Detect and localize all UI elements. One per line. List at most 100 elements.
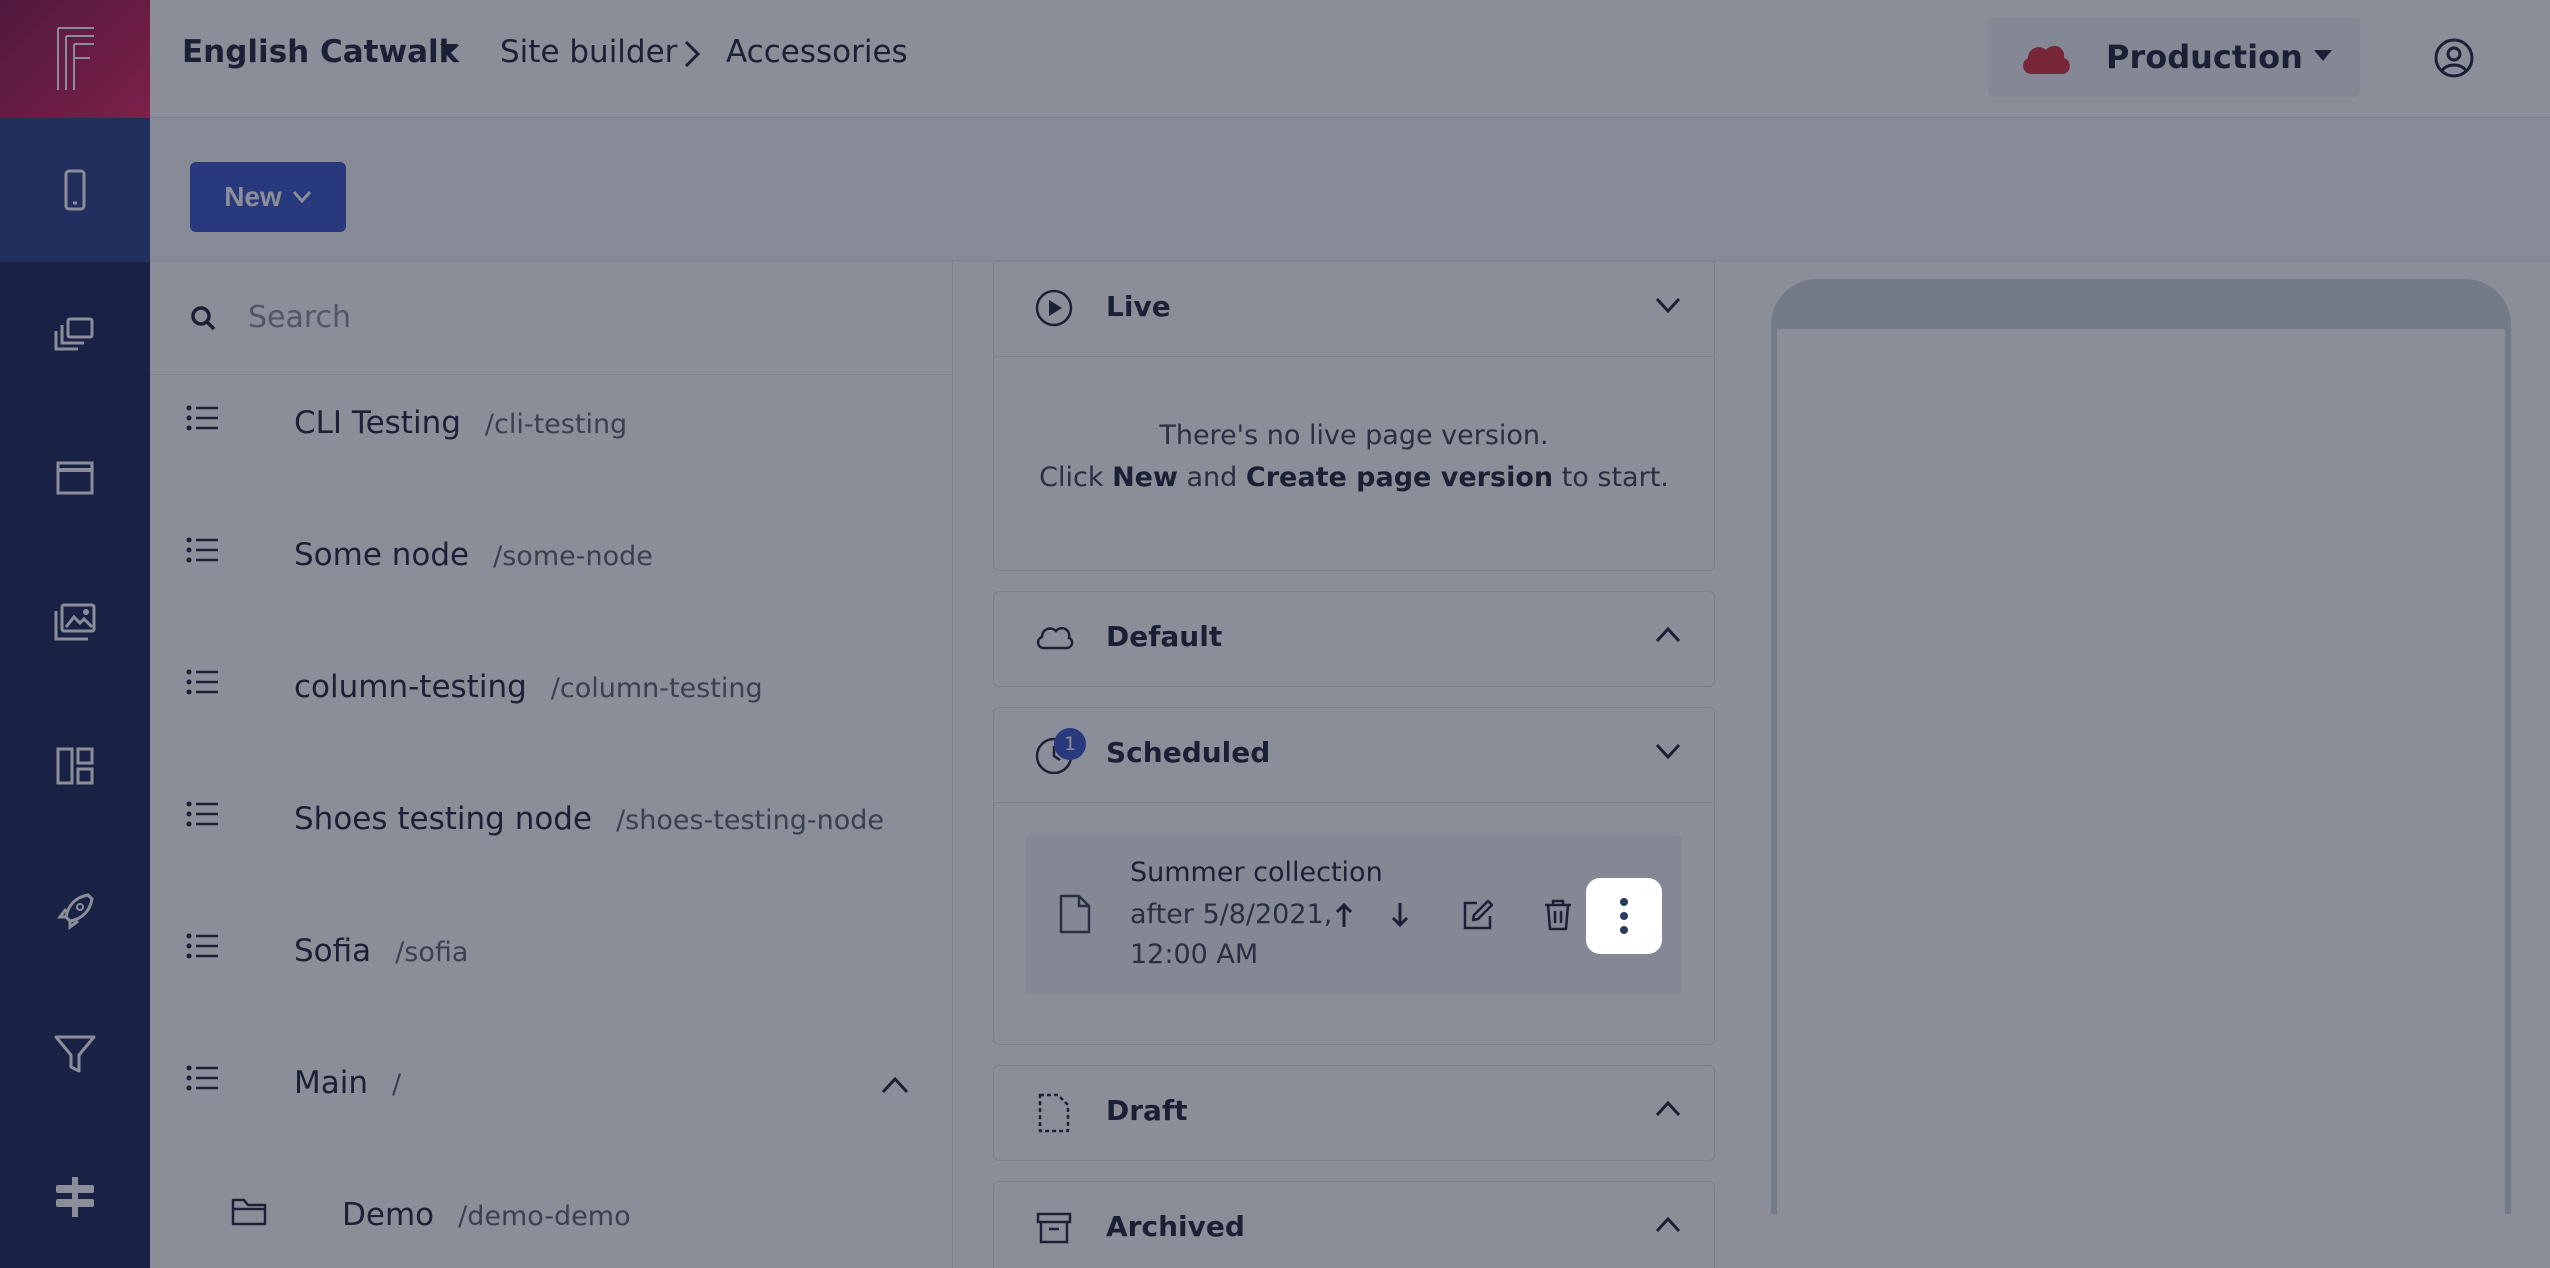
- move-down-button[interactable]: [1362, 877, 1438, 953]
- list-icon: [186, 933, 218, 959]
- node-name: Shoes testing node: [294, 801, 593, 837]
- default-section-header[interactable]: Default: [994, 592, 1714, 686]
- cloud-outline-icon: [1036, 626, 1074, 650]
- signpost-icon: [56, 1177, 94, 1217]
- chevron-up-icon: [1655, 626, 1681, 643]
- caret-down-icon[interactable]: [438, 42, 460, 58]
- trash-icon: [1545, 899, 1571, 931]
- node-name: CLI Testing: [294, 405, 461, 441]
- chevron-up-icon: [1655, 1100, 1681, 1117]
- search-input[interactable]: [248, 289, 908, 345]
- tree-node[interactable]: Shoes testing node/shoes-testing-node: [150, 771, 953, 903]
- archived-section: Archived: [993, 1181, 1715, 1268]
- more-vertical-icon: [1620, 898, 1628, 934]
- caret-down-icon: [2314, 50, 2332, 61]
- environment-selector[interactable]: Production: [1988, 18, 2360, 97]
- chevron-up-icon: [1655, 1216, 1681, 1233]
- scheduled-version-item[interactable]: Summer collection after 5/8/2021, 12:00 …: [1026, 835, 1682, 995]
- node-name: column-testing: [294, 669, 527, 705]
- dashboard-icon: [56, 747, 94, 785]
- list-icon: [186, 1065, 218, 1091]
- arrow-up-icon: [1335, 902, 1353, 927]
- filter-icon: [54, 1035, 96, 1073]
- scheduled-section-header[interactable]: 1 Scheduled: [994, 708, 1714, 802]
- tree-node[interactable]: column-testing/column-testing: [150, 639, 953, 771]
- scheduled-section-title: Scheduled: [1106, 736, 1271, 769]
- phone-preview-screen: [1777, 329, 2505, 1214]
- rail-item-settings[interactable]: [0, 1124, 150, 1268]
- new-button-label: New: [224, 181, 282, 212]
- list-icon: [186, 669, 218, 695]
- scheduled-section: 1 Scheduled Summer collection after 5/8/…: [993, 707, 1715, 1045]
- draft-document-icon: [1038, 1093, 1070, 1133]
- chevron-right-icon: [684, 40, 701, 68]
- project-selector-label[interactable]: English Catwalk: [182, 34, 459, 70]
- scheduled-count-badge: 1: [1054, 728, 1086, 760]
- tree-node[interactable]: CLI Testing/cli-testing: [150, 375, 953, 507]
- new-button[interactable]: New: [190, 162, 346, 232]
- chevron-up-icon[interactable]: [880, 1075, 910, 1095]
- node-name: Sofia: [294, 933, 372, 969]
- node-path: /column-testing: [550, 673, 763, 704]
- delete-version-button[interactable]: [1520, 877, 1596, 953]
- archived-section-title: Archived: [1106, 1210, 1245, 1243]
- live-section-header[interactable]: Live: [994, 262, 1714, 356]
- images-icon: [54, 603, 96, 641]
- left-nav-rail: [0, 0, 150, 1268]
- empty-to-start: to start.: [1561, 462, 1669, 493]
- document-icon: [1059, 894, 1091, 934]
- chevron-down-icon: [1655, 743, 1681, 760]
- tree-node[interactable]: Sofia/sofia: [150, 903, 953, 1035]
- rail-item-templates[interactable]: [0, 406, 150, 550]
- edit-icon: [1463, 899, 1494, 930]
- empty-line-1: There's no live page version.: [1159, 420, 1549, 451]
- play-circle-icon: [1035, 289, 1073, 327]
- breadcrumb-site-builder[interactable]: Site builder: [500, 34, 677, 70]
- archived-section-header[interactable]: Archived: [994, 1182, 1714, 1268]
- rail-item-site-builder[interactable]: [0, 118, 150, 262]
- page-versions-panel: Live There's no live page version. Click…: [953, 261, 1733, 1268]
- node-path: /sofia: [395, 937, 469, 968]
- rail-item-components[interactable]: [0, 262, 150, 406]
- arrow-down-icon: [1391, 903, 1409, 928]
- phone-preview-frame: [1771, 279, 2511, 1214]
- rocket-icon: [57, 893, 94, 930]
- live-section-title: Live: [1106, 290, 1171, 323]
- chevron-down-icon: [292, 191, 311, 204]
- node-path: /: [392, 1069, 402, 1100]
- device-preview-area: [1733, 261, 2550, 1268]
- node-path: /cli-testing: [484, 409, 628, 440]
- toolbar: New: [150, 118, 2550, 261]
- breadcrumb-current: Accessories: [726, 34, 908, 70]
- node-path: /shoes-testing-node: [616, 805, 885, 836]
- node-name: Some node: [294, 537, 470, 573]
- empty-new: New: [1112, 462, 1178, 493]
- draft-section: Draft: [993, 1065, 1715, 1161]
- chevron-down-icon: [1655, 297, 1681, 314]
- draft-section-header[interactable]: Draft: [994, 1066, 1714, 1160]
- more-options-button[interactable]: [1586, 878, 1662, 954]
- frontastic-logo[interactable]: [0, 0, 150, 118]
- layers-icon: [54, 317, 94, 351]
- tree-node[interactable]: Demo/demo-demo: [150, 1167, 953, 1268]
- edit-version-button[interactable]: [1440, 877, 1516, 953]
- node-path: /demo-demo: [458, 1201, 631, 1232]
- tree-node-main[interactable]: Main /: [150, 1035, 953, 1167]
- rail-item-media[interactable]: [0, 550, 150, 694]
- list-icon: [186, 801, 218, 827]
- empty-click: Click: [1039, 462, 1104, 493]
- rail-item-filters[interactable]: [0, 982, 150, 1126]
- logo-icon: [57, 27, 94, 90]
- rail-item-deployments[interactable]: [0, 838, 150, 982]
- user-account-icon[interactable]: [2432, 36, 2476, 80]
- folder-icon: [231, 1198, 267, 1226]
- window-icon: [56, 461, 94, 495]
- tree-node[interactable]: Some node/some-node: [150, 507, 953, 639]
- rail-item-dashboard[interactable]: [0, 694, 150, 838]
- search-bar: [150, 261, 953, 375]
- search-icon: [191, 306, 216, 331]
- default-section-title: Default: [1106, 620, 1223, 653]
- node-name: Main: [294, 1065, 369, 1101]
- environment-label: Production: [2106, 38, 2303, 76]
- live-section: Live There's no live page version. Click…: [993, 261, 1715, 571]
